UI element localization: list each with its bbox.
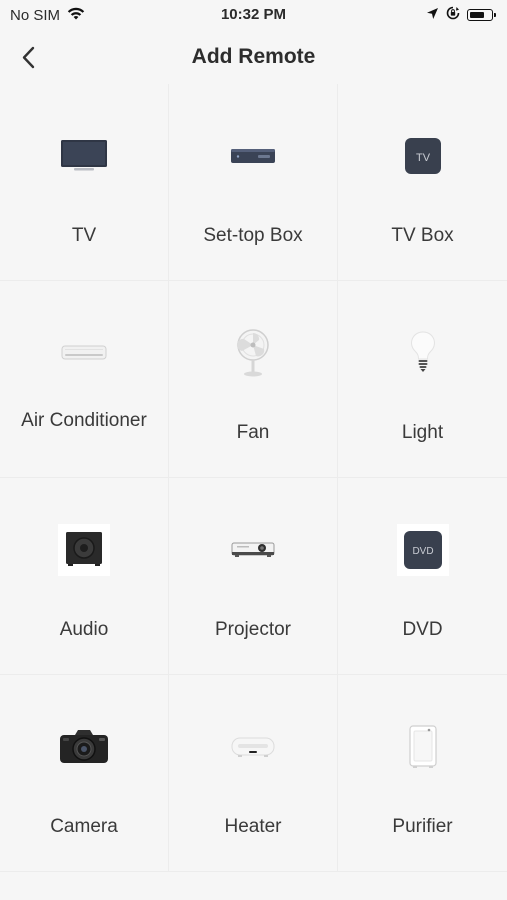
tv-box-icon: TV	[388, 126, 458, 186]
device-label: Heater	[224, 816, 282, 837]
device-tile-set-top-box[interactable]: Set-top Box	[169, 84, 338, 281]
device-label: Fan	[236, 422, 270, 443]
device-grid: TV Set-top Box TV TV Box Air Conditioner…	[0, 84, 507, 872]
device-label: Air Conditioner	[21, 410, 147, 431]
device-label: TV Box	[391, 225, 454, 246]
device-tile-dvd[interactable]: DVD DVD	[338, 478, 507, 675]
tv-icon	[49, 126, 119, 186]
air-conditioner-icon	[49, 323, 119, 383]
device-label: Audio	[59, 619, 109, 640]
heater-icon	[218, 717, 288, 777]
device-tile-air-conditioner[interactable]: Air Conditioner	[0, 281, 169, 478]
status-bar: No SIM 10:32 PM	[0, 0, 507, 32]
purifier-icon	[388, 717, 458, 777]
status-right	[426, 6, 496, 24]
device-label: Set-top Box	[203, 225, 303, 246]
audio-speaker-icon	[49, 520, 119, 580]
light-bulb-icon	[388, 323, 458, 383]
device-tile-projector[interactable]: Projector	[169, 478, 338, 675]
device-tile-purifier[interactable]: Purifier	[338, 675, 507, 872]
device-label: Camera	[50, 816, 118, 837]
camera-icon	[49, 717, 119, 777]
device-tile-fan[interactable]: Fan	[169, 281, 338, 478]
dvd-icon: DVD	[388, 520, 458, 580]
device-label: DVD	[402, 619, 443, 640]
device-tile-light[interactable]: Light	[338, 281, 507, 478]
page-title: Add Remote	[191, 45, 316, 68]
device-label: Purifier	[392, 816, 453, 837]
nav-bar: Add Remote	[0, 32, 507, 84]
orientation-lock-icon	[446, 6, 460, 24]
add-remote-screen: No SIM 10:32 PM Add Remote TV Set-top Bo…	[0, 0, 507, 900]
device-tile-tv-box[interactable]: TV TV Box	[338, 84, 507, 281]
fan-icon	[218, 323, 288, 383]
device-tile-camera[interactable]: Camera	[0, 675, 169, 872]
device-label: Light	[401, 422, 444, 443]
location-icon	[426, 7, 439, 24]
battery-icon	[467, 9, 496, 21]
device-label: TV	[71, 225, 97, 246]
set-top-box-icon	[218, 126, 288, 186]
device-tile-heater[interactable]: Heater	[169, 675, 338, 872]
device-label: Projector	[214, 619, 292, 640]
projector-icon	[218, 520, 288, 580]
device-tile-audio[interactable]: Audio	[0, 478, 169, 675]
dvd-icon-text: DVD	[412, 546, 433, 557]
device-tile-tv[interactable]: TV	[0, 84, 169, 281]
tv-box-icon-text: TV	[415, 152, 430, 164]
